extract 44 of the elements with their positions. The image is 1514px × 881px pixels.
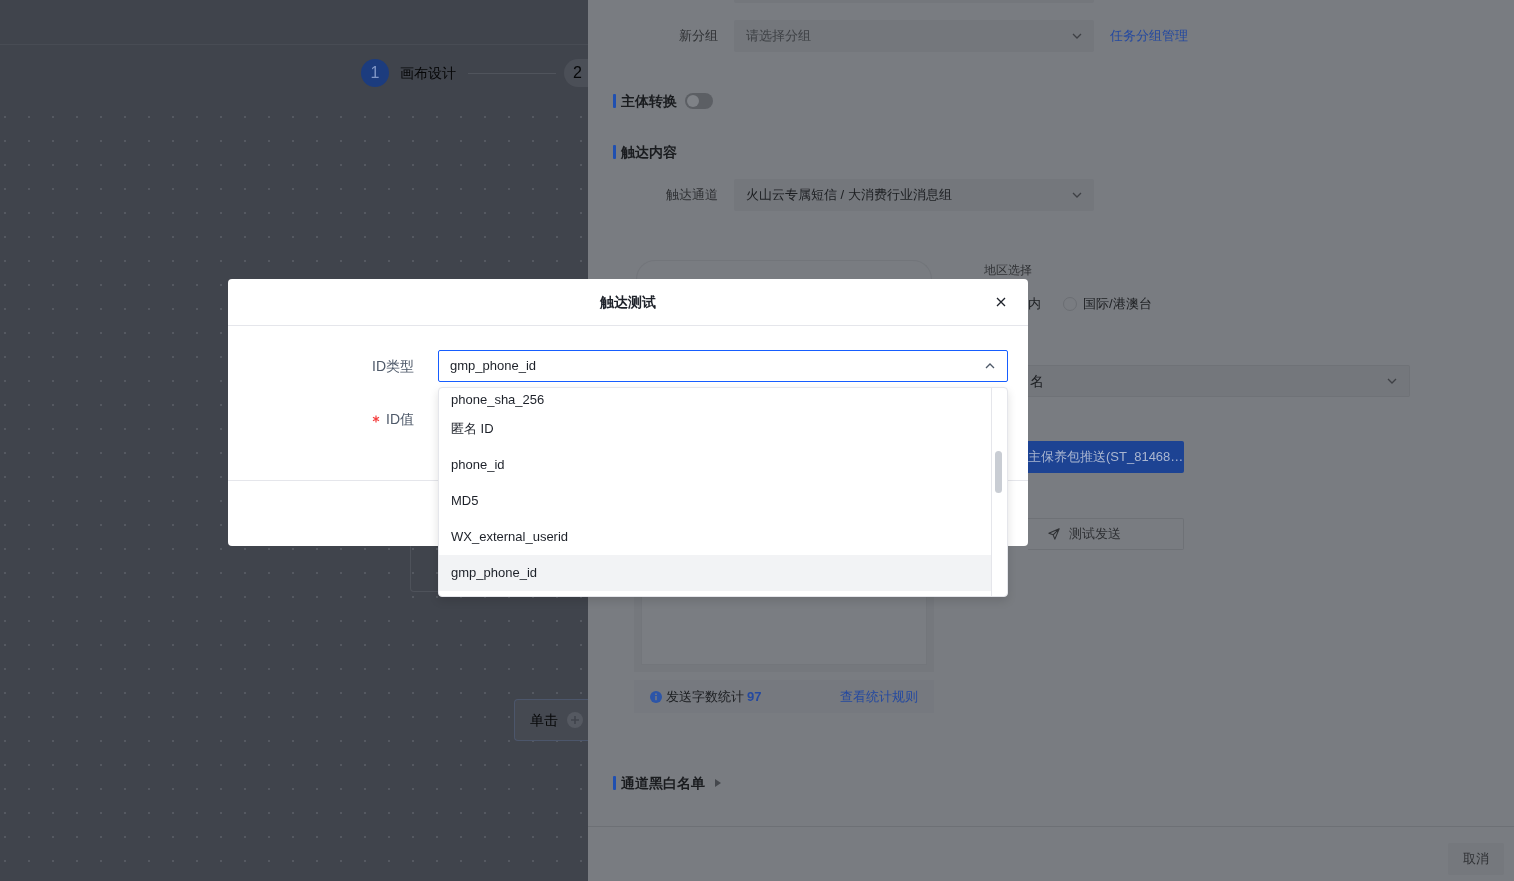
radio-label[interactable]: 国际/港澳台 <box>1083 294 1152 314</box>
paper-plane-icon <box>1048 528 1060 540</box>
dialog-title: 触达测试 <box>600 292 656 312</box>
step-number: 2 <box>564 59 588 87</box>
chevron-down-icon <box>1072 192 1082 198</box>
scrollbar-thumb[interactable] <box>995 451 1002 493</box>
heading-bar-icon <box>613 94 616 108</box>
chevron-down-icon <box>1387 378 1397 384</box>
chevron-down-icon <box>1072 33 1082 39</box>
chevron-up-icon <box>985 363 995 369</box>
dropdown-option[interactable]: WX_external_userid <box>439 519 991 555</box>
close-button[interactable] <box>994 295 1008 309</box>
dropdown-option[interactable]: 匿名 ID <box>439 411 991 447</box>
signature-select[interactable]: 名 <box>1028 365 1410 397</box>
section-heading: 触达内容 <box>621 142 677 162</box>
channel-select[interactable]: 火山云专属短信 / 大消费行业消息组 <box>734 179 1094 211</box>
field-label: 触达通道 <box>665 186 718 205</box>
char-count-label: 发送字数统计 <box>666 687 744 706</box>
group-manage-link[interactable]: 任务分组管理 <box>1110 26 1188 46</box>
field-label: ID类型 <box>372 356 414 376</box>
field-label: 地区选择 <box>984 262 1033 278</box>
char-count-value: 97 <box>747 687 762 706</box>
dropdown-option[interactable]: phone_sha_256 <box>439 388 991 411</box>
field-label: 新分组 <box>678 27 718 46</box>
node-label: 单击 <box>530 710 558 730</box>
id-type-select[interactable]: gmp_phone_id <box>438 350 1008 382</box>
field-label: ID值 <box>386 409 414 429</box>
dropdown-option[interactable]: phone_id <box>439 447 991 483</box>
step-label: 画布设计 <box>400 63 456 83</box>
section-heading: 通道黑白名单 <box>621 773 705 793</box>
step-number: 1 <box>361 59 389 87</box>
template-button[interactable]: 主保养包推送(ST_81468… <box>1028 441 1184 473</box>
radio-label: 内 <box>1028 295 1041 314</box>
close-icon <box>996 297 1006 307</box>
heading-bar-icon <box>613 145 616 159</box>
section-heading: 主体转换 <box>621 91 677 111</box>
dropdown-option[interactable]: MD5 <box>439 483 991 519</box>
toggle-switch[interactable] <box>685 93 713 109</box>
heading-bar-icon <box>613 776 616 790</box>
info-icon <box>650 690 662 703</box>
dropdown-option[interactable]: gmp_phone_id <box>439 555 991 591</box>
cancel-button[interactable]: 取消 <box>1448 843 1504 875</box>
canvas-node[interactable]: 单击 <box>514 699 588 741</box>
test-send-button[interactable]: 测试发送 <box>1028 518 1184 550</box>
